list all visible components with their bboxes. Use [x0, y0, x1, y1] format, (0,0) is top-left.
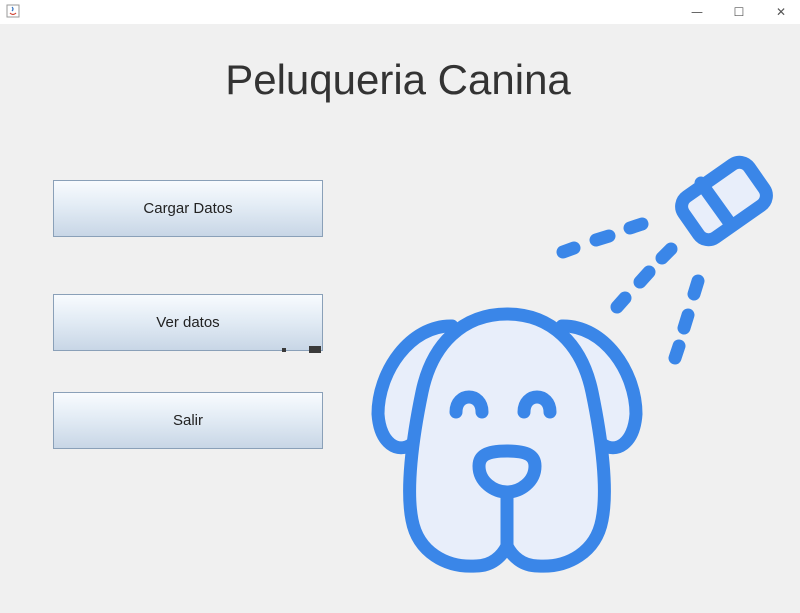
stray-artifact-mark: [309, 346, 321, 353]
page-title: Peluqueria Canina: [225, 56, 571, 103]
exit-button[interactable]: Salir: [53, 392, 323, 449]
dog-grooming-shower-icon: [371, 155, 773, 573]
view-data-button[interactable]: Ver datos: [53, 294, 323, 351]
load-data-button[interactable]: Cargar Datos: [53, 180, 323, 237]
stray-artifact-dot: [282, 348, 286, 352]
shower-head-icon: [675, 155, 773, 247]
minimize-button[interactable]: —: [676, 0, 718, 24]
close-button[interactable]: ✕: [760, 0, 800, 24]
title-bar: — ☐ ✕: [0, 0, 800, 24]
dog-face-icon: [371, 307, 643, 573]
app-window: — ☐ ✕ Peluqueria Canina Cargar Datos Ver…: [0, 0, 800, 613]
maximize-button[interactable]: ☐: [718, 0, 760, 24]
java-app-icon: [6, 4, 20, 18]
